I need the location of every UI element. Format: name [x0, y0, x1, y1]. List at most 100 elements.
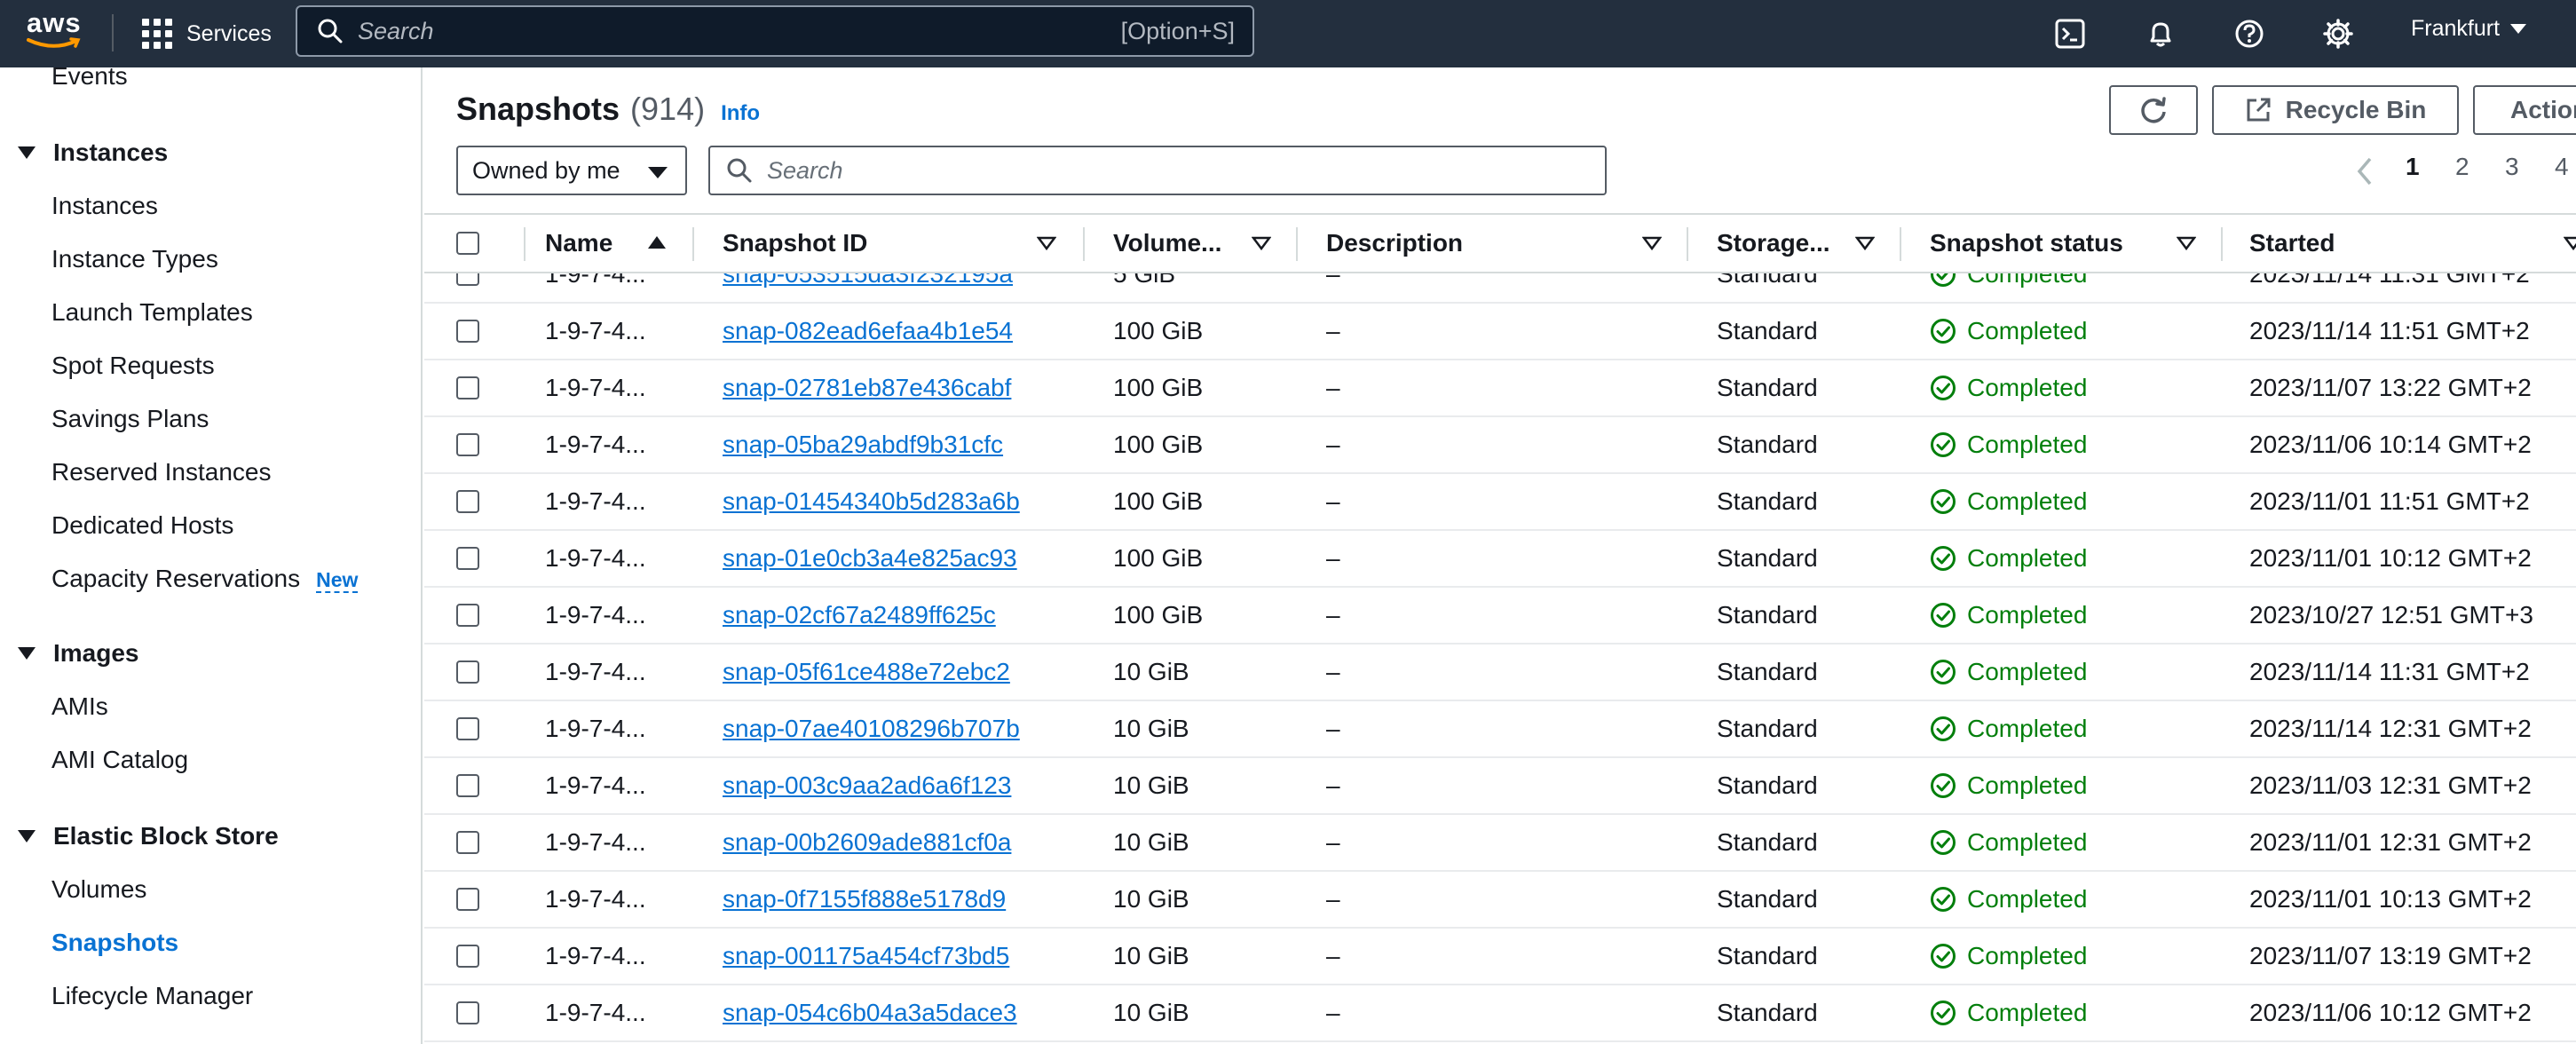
column-header-snapshot-status[interactable]: Snapshot status	[1930, 215, 2123, 272]
sidebar-item-savings-plans[interactable]: Savings Plans	[51, 405, 209, 433]
select-all-cell[interactable]	[456, 215, 479, 272]
snapshot-id-link[interactable]: snap-02cf67a2489ff625c	[723, 588, 996, 643]
column-header-snapshot-id[interactable]: Snapshot ID	[723, 215, 867, 272]
snapshot-id-link[interactable]: snap-07ae40108296b707b	[723, 701, 1020, 756]
sidebar-item-instance-types[interactable]: Instance Types	[51, 245, 218, 273]
sidebar-item-spot-requests[interactable]: Spot Requests	[51, 352, 215, 380]
filter-triangle-icon[interactable]	[2564, 236, 2576, 250]
snapshot-id-link[interactable]: snap-054c6b04a3a5dace3	[723, 985, 1017, 1040]
region-selector[interactable]: Frankfurt	[2411, 16, 2527, 42]
column-header-description[interactable]: Description	[1326, 215, 1463, 272]
filter-triangle-icon[interactable]	[1855, 236, 1875, 250]
sidebar-item-events[interactable]: Events	[51, 67, 128, 91]
row-checkbox[interactable]	[456, 888, 479, 911]
filter-triangle-icon[interactable]	[1037, 236, 1056, 250]
table-row[interactable]: 1-9-7-4... snap-053515da3f232195a 5 GiB – St…	[424, 273, 2576, 304]
row-select-cell[interactable]	[456, 474, 479, 529]
row-select-cell[interactable]	[456, 701, 479, 756]
sidebar-item-instances[interactable]: Instances	[51, 192, 158, 220]
table-row[interactable]: 1-9-7-4... snap-05f61ce488e72ebc2 10 GiB – S…	[424, 645, 2576, 701]
row-checkbox[interactable]	[456, 547, 479, 570]
row-checkbox[interactable]	[456, 433, 479, 456]
help-button[interactable]	[2230, 14, 2269, 53]
row-checkbox[interactable]	[456, 490, 479, 513]
table-row[interactable]: 1-9-7-4... snap-0f7155f888e5178d9 10 GiB – S…	[424, 872, 2576, 929]
sidebar-item-volumes[interactable]: Volumes	[51, 875, 146, 904]
snapshot-id-link[interactable]: snap-02781eb87e436cabf	[723, 360, 1011, 415]
snapshot-id-link[interactable]: snap-001175a454cf73bd5	[723, 929, 1009, 984]
row-select-cell[interactable]	[456, 872, 479, 927]
actions-button[interactable]: Actions	[2473, 85, 2576, 135]
info-link[interactable]: Info	[721, 101, 760, 126]
row-select-cell[interactable]	[456, 985, 479, 1040]
row-select-cell[interactable]	[456, 758, 479, 813]
sort-ascending-icon[interactable]	[648, 236, 666, 249]
table-row[interactable]: 1-9-7-4... snap-00b2609ade881cf0a 10 GiB – S…	[424, 815, 2576, 872]
row-select-cell[interactable]	[456, 588, 479, 643]
row-checkbox[interactable]	[456, 320, 479, 343]
table-row[interactable]: 1-9-7-4... snap-01e0cb3a4e825ac93 100 GiB –…	[424, 531, 2576, 588]
settings-button[interactable]	[2319, 14, 2358, 53]
column-header-started[interactable]: Started	[2249, 215, 2335, 272]
sidebar-item-capacity-reservations[interactable]: Capacity Reservations New	[51, 565, 359, 593]
page-2-button[interactable]: 2	[2455, 153, 2469, 181]
sidebar-group-elastic-block-store[interactable]: Elastic Block Store	[18, 822, 279, 850]
row-select-cell[interactable]	[456, 929, 479, 984]
sidebar-item-lifecycle-manager[interactable]: Lifecycle Manager	[51, 982, 253, 1010]
filter-triangle-icon[interactable]	[1642, 236, 1662, 250]
row-checkbox[interactable]	[456, 604, 479, 627]
row-checkbox[interactable]	[456, 376, 479, 399]
table-row[interactable]: 1-9-7-4... snap-02781eb87e436cabf 100 GiB –…	[424, 360, 2576, 417]
table-row[interactable]: 1-9-7-4... snap-054c6b04a3a5dace3 10 GiB – S…	[424, 985, 2576, 1042]
row-select-cell[interactable]	[456, 815, 479, 870]
recycle-bin-button[interactable]: Recycle Bin	[2212, 85, 2459, 135]
aws-logo[interactable]: aws	[27, 7, 89, 57]
sidebar-item-dedicated-hosts[interactable]: Dedicated Hosts	[51, 511, 233, 540]
select-all-checkbox[interactable]	[456, 232, 479, 255]
snapshot-id-link[interactable]: snap-05ba29abdf9b31cfc	[723, 417, 1003, 472]
snapshot-id-link[interactable]: snap-0f7155f888e5178d9	[723, 872, 1006, 927]
page-3-button[interactable]: 3	[2505, 153, 2519, 181]
page-4-button[interactable]: 4	[2555, 153, 2569, 181]
filter-triangle-icon[interactable]	[1252, 236, 1271, 250]
table-search-input[interactable]	[767, 156, 1605, 185]
table-search[interactable]	[708, 146, 1607, 195]
column-header-volume-size[interactable]: Volume...	[1113, 215, 1221, 272]
row-checkbox[interactable]	[456, 717, 479, 740]
table-row[interactable]: 1-9-7-4... snap-02cf67a2489ff625c 100 GiB –…	[424, 588, 2576, 645]
table-row[interactable]: 1-9-7-4... snap-082ead6efaa4b1e54 100 GiB –…	[424, 304, 2576, 360]
sidebar-item-launch-templates[interactable]: Launch Templates	[51, 298, 253, 327]
refresh-button[interactable]	[2109, 85, 2198, 135]
global-search[interactable]: [Option+S]	[296, 5, 1254, 57]
row-select-cell[interactable]	[456, 304, 479, 359]
global-search-input[interactable]	[358, 17, 1121, 45]
owner-filter-select[interactable]: Owned by me	[456, 146, 687, 195]
row-checkbox[interactable]	[456, 774, 479, 797]
table-row[interactable]: 1-9-7-4... snap-01454340b5d283a6b 100 GiB –…	[424, 474, 2576, 531]
sidebar-group-instances[interactable]: Instances	[18, 138, 168, 167]
sidebar-group-images[interactable]: Images	[18, 639, 139, 668]
table-row[interactable]: 1-9-7-4... snap-05ba29abdf9b31cfc 100 GiB –…	[424, 417, 2576, 474]
services-menu-button[interactable]: Services	[142, 14, 272, 53]
snapshot-id-link[interactable]: snap-00b2609ade881cf0a	[723, 815, 1011, 870]
row-select-cell[interactable]	[456, 417, 479, 472]
notifications-button[interactable]	[2141, 14, 2180, 53]
row-checkbox[interactable]	[456, 660, 479, 684]
column-header-storage-tier[interactable]: Storage...	[1717, 215, 1830, 272]
filter-triangle-icon[interactable]	[2177, 236, 2196, 250]
row-checkbox[interactable]	[456, 945, 479, 968]
row-checkbox[interactable]	[456, 273, 479, 286]
sidebar-item-ami-catalog[interactable]: AMI Catalog	[51, 746, 188, 774]
snapshot-id-link[interactable]: snap-053515da3f232195a	[723, 273, 1013, 302]
row-select-cell[interactable]	[456, 273, 479, 302]
row-checkbox[interactable]	[456, 1001, 479, 1024]
row-select-cell[interactable]	[456, 531, 479, 586]
snapshot-id-link[interactable]: snap-05f61ce488e72ebc2	[723, 645, 1010, 700]
snapshot-id-link[interactable]: snap-082ead6efaa4b1e54	[723, 304, 1013, 359]
row-select-cell[interactable]	[456, 645, 479, 700]
table-row[interactable]: 1-9-7-4... snap-07ae40108296b707b 10 GiB – S…	[424, 701, 2576, 758]
table-row[interactable]: 1-9-7-4... snap-001175a454cf73bd5 10 GiB – S…	[424, 929, 2576, 985]
chevron-left-icon[interactable]	[2356, 156, 2374, 186]
snapshot-id-link[interactable]: snap-01e0cb3a4e825ac93	[723, 531, 1017, 586]
snapshot-id-link[interactable]: snap-01454340b5d283a6b	[723, 474, 1020, 529]
